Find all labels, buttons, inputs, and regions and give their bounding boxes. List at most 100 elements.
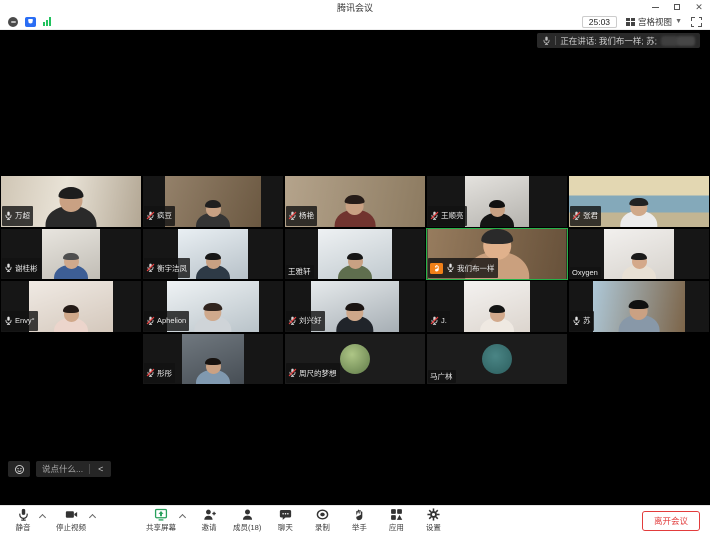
apps-icon xyxy=(390,508,403,521)
info-icon[interactable] xyxy=(8,17,18,27)
participant-tile[interactable]: 马广林 xyxy=(426,333,568,386)
participant-name-tag: 万超 xyxy=(2,206,33,226)
toolbar-label: 应用 xyxy=(389,522,404,533)
participant-name-tag: J. xyxy=(428,311,450,331)
toolbar-share-screen-button[interactable]: 共享屏幕 xyxy=(146,508,185,533)
person-silhouette xyxy=(194,304,231,332)
blurred-name xyxy=(677,36,695,46)
participant-name-tag: 张君 xyxy=(570,206,601,226)
participant-tile[interactable]: 疯豆 xyxy=(142,175,284,228)
toolbar-label: 静音 xyxy=(16,522,31,533)
participant-tile[interactable]: 谢桂彬 xyxy=(0,228,142,281)
participant-name-tag: 我们布一样 xyxy=(428,258,498,278)
participant-name-tag: Aphelion xyxy=(144,311,189,331)
participant-video xyxy=(182,334,244,385)
chevron-up-icon[interactable] xyxy=(39,514,46,521)
participant-video xyxy=(165,176,261,227)
toolbar-camera-button[interactable]: 停止视频 xyxy=(56,508,95,533)
toolbar-label: 录制 xyxy=(315,522,330,533)
toolbar-raise-hand-button[interactable]: 举手 xyxy=(346,508,372,533)
toolbar: 静音 停止视频 共享屏幕邀请成员(18) 聊天录制 举手 应用 设置 离开会议 xyxy=(0,505,710,535)
participant-tile[interactable]: 万超 xyxy=(0,175,142,228)
network-signal-icon xyxy=(43,17,51,26)
person-silhouette xyxy=(54,307,88,332)
view-mode-label: 宫格视图 xyxy=(638,16,672,28)
participant-name: 张君 xyxy=(583,210,598,221)
toolbar-label: 举手 xyxy=(352,522,367,533)
participant-tile[interactable]: 衡宇洁凤 xyxy=(142,228,284,281)
toolbar-settings-button[interactable]: 设置 xyxy=(420,508,446,533)
participant-tile[interactable]: 王雅轩 xyxy=(284,228,426,281)
participant-tile[interactable]: Oxygen xyxy=(568,228,710,281)
participant-tile[interactable]: Aphelion xyxy=(142,280,284,333)
participant-tile[interactable]: 彤彤 xyxy=(142,333,284,386)
participant-tile[interactable]: J. xyxy=(426,280,568,333)
raise-hand-icon xyxy=(353,508,366,521)
participant-video xyxy=(464,281,530,332)
chevron-up-icon[interactable] xyxy=(179,514,186,521)
participant-video xyxy=(593,281,685,332)
participant-name-tag: Envy° xyxy=(2,311,38,331)
meeting-stage: 正在讲话: 我们布一样; 苏; 万超 疯豆 xyxy=(0,30,710,505)
participant-name: Oxygen xyxy=(572,268,598,277)
invite-icon xyxy=(203,508,216,521)
participant-tile[interactable]: 苏 xyxy=(568,280,710,333)
mic-status-icon xyxy=(288,312,297,330)
participant-tile[interactable]: 王顺亮 xyxy=(426,175,568,228)
participant-tile[interactable]: 刘兴好 xyxy=(284,280,426,333)
toolbar-apps-button[interactable]: 应用 xyxy=(383,508,409,533)
participant-name: 苏 xyxy=(583,315,591,326)
toolbar-record-button[interactable]: 录制 xyxy=(309,508,335,533)
mic-status-icon xyxy=(146,259,155,277)
person-silhouette xyxy=(480,202,514,227)
mic-status-icon xyxy=(430,312,439,330)
participant-name-tag: 王雅轩 xyxy=(286,265,314,278)
participant-name: 彤彤 xyxy=(157,368,172,379)
meeting-timer: 25:03 xyxy=(582,16,617,28)
mic-status-icon xyxy=(146,312,155,330)
security-shield-icon[interactable] xyxy=(25,17,36,27)
mic-status-icon xyxy=(572,207,581,225)
chat-collapse-button[interactable]: < xyxy=(96,464,105,474)
toolbar-label: 停止视频 xyxy=(56,522,86,533)
members-icon xyxy=(241,508,254,521)
participant-name-tag: 杨艳 xyxy=(286,206,317,226)
participant-tile[interactable]: 杨艳 xyxy=(284,175,426,228)
window-controls: ✕ xyxy=(644,0,710,14)
minimize-icon[interactable] xyxy=(644,0,666,14)
participant-tile[interactable]: 我们布一样 xyxy=(426,228,568,281)
participant-tile[interactable]: 周尺的梦想 xyxy=(284,333,426,386)
toolbar-invite-button[interactable]: 邀请 xyxy=(196,508,222,533)
camera-icon xyxy=(65,508,78,521)
close-icon[interactable]: ✕ xyxy=(688,0,710,14)
view-mode-button[interactable]: 宫格视图 ▼ xyxy=(624,16,684,28)
participant-name: 我们布一样 xyxy=(457,263,495,274)
participant-name-tag: 马广林 xyxy=(428,370,456,383)
mic-icon xyxy=(17,508,30,521)
emoji-smiley-icon[interactable] xyxy=(8,461,30,477)
toolbar-mic-button[interactable]: 静音 xyxy=(10,508,45,533)
participant-name-tag: 疯豆 xyxy=(144,206,175,226)
toolbar-chat-button[interactable]: 聊天 xyxy=(272,508,298,533)
record-icon xyxy=(316,508,329,521)
participant-name: 刘兴好 xyxy=(299,315,322,326)
chevron-up-icon[interactable] xyxy=(89,514,96,521)
maximize-icon[interactable] xyxy=(666,0,688,14)
chevron-down-icon: ▼ xyxy=(675,18,682,25)
participant-video xyxy=(42,229,100,280)
meeting-window: 腾讯会议 ✕ 25:03 宫格视图 ▼ 正在讲话: 我们布一样; 苏; xyxy=(0,0,710,535)
participant-name: 王顺亮 xyxy=(441,210,464,221)
chat-bar: 说点什么... < xyxy=(8,461,111,477)
participant-name-tag: 周尺的梦想 xyxy=(286,363,340,383)
participant-tile[interactable]: 张君 xyxy=(568,175,710,228)
leave-meeting-button[interactable]: 离开会议 xyxy=(642,511,700,531)
settings-icon xyxy=(427,508,440,521)
participant-avatar xyxy=(482,344,512,374)
toolbar-label: 成员(18) xyxy=(233,522,261,533)
chat-input[interactable]: 说点什么... < xyxy=(36,461,111,477)
toolbar-members-button[interactable]: 成员(18) xyxy=(233,508,261,533)
participant-name: 谢桂彬 xyxy=(15,263,38,274)
participant-tile[interactable]: Envy° xyxy=(0,280,142,333)
fullscreen-icon[interactable] xyxy=(691,17,702,27)
participant-name: J. xyxy=(441,316,447,325)
